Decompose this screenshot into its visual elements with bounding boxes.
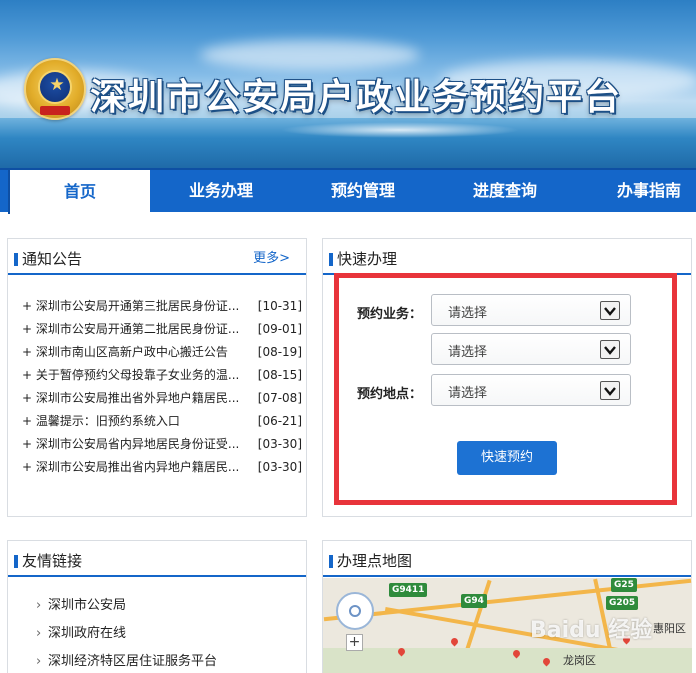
main-nav: 首页 业务办理 预约管理 进度查询 办事指南: [0, 168, 696, 214]
map-place-label: 惠阳区: [653, 622, 686, 635]
location-select[interactable]: 请选择: [431, 374, 631, 406]
map-zoom-in-button[interactable]: +: [346, 634, 363, 651]
notice-title: + 深圳市公安局开通第二批居民身份证...: [22, 322, 240, 336]
notice-title: + 温馨提示：旧预约系统入口: [22, 414, 180, 428]
more-link[interactable]: 更多>: [253, 247, 290, 266]
header-accent-bar: [329, 253, 333, 266]
notice-item[interactable]: + 深圳市公安局省内异地居民身份证受... [03-30]: [22, 433, 302, 456]
notice-title: + 深圳市公安局省内异地居民身份证受...: [22, 437, 240, 451]
notice-date: [08-15]: [257, 368, 302, 382]
police-emblem-logo: ★: [24, 58, 86, 120]
header-accent-bar: [14, 555, 18, 568]
emblem-ribbon: [40, 106, 70, 115]
header-accent-bar: [14, 253, 18, 266]
notice-title: + 深圳市公安局推出省内异地户籍居民...: [22, 460, 240, 474]
nav-progress[interactable]: 进度查询: [434, 170, 576, 212]
map-panel-title: 办理点地图: [337, 552, 413, 570]
baidu-watermark: Baidu 经验: [530, 618, 653, 643]
header-banner: ★ 深圳市公安局户政业务预约平台: [0, 0, 696, 168]
links-list: › 深圳市公安局 › 深圳政府在线 › 深圳经济特区居住证服务平台: [36, 596, 217, 673]
map-place-label: 龙岗区: [563, 654, 596, 667]
emblem-star-icon: ★: [49, 75, 65, 95]
link-item[interactable]: › 深圳经济特区居住证服务平台: [36, 652, 217, 673]
location-select-value: 请选择: [448, 386, 488, 401]
notice-item[interactable]: + 深圳市南山区高新户政中心搬迁公告 [08-19]: [22, 341, 302, 364]
map-pan-control[interactable]: [336, 592, 374, 630]
map-shield-label: G9411: [389, 583, 428, 597]
nav-guide[interactable]: 办事指南: [576, 170, 696, 212]
map-shield-label: G94: [461, 594, 487, 608]
notice-title: + 深圳市公安局推出省外异地户籍居民...: [22, 391, 240, 405]
business-subtype-value: 请选择: [448, 345, 488, 360]
notice-date: [06-21]: [257, 414, 302, 428]
chevron-down-icon: [600, 301, 620, 320]
notice-title: + 关于暂停预约父母投靠子女业务的温...: [22, 368, 240, 382]
banner-cloud: [200, 40, 420, 70]
banner-shine: [280, 122, 520, 138]
quick-panel-header: 快速办理: [323, 239, 691, 275]
map-green-area: [323, 648, 692, 673]
notice-item[interactable]: + 深圳市公安局推出省外异地户籍居民... [07-08]: [22, 387, 302, 410]
notice-date: [03-30]: [257, 437, 302, 451]
nav-business[interactable]: 业务办理: [150, 170, 292, 212]
chevron-right-icon: ›: [36, 626, 42, 641]
notice-list: + 深圳市公安局开通第三批居民身份证... [10-31] + 深圳市公安局开通第…: [22, 295, 302, 479]
pan-center-icon: [349, 605, 361, 617]
business-subtype-select[interactable]: 请选择: [431, 333, 631, 365]
location-label: 预约地点：: [357, 387, 423, 402]
chevron-right-icon: ›: [36, 598, 42, 613]
header-accent-bar: [329, 555, 333, 568]
map-shield-label: G205: [606, 596, 639, 610]
nav-appointments[interactable]: 预约管理: [292, 170, 434, 212]
quick-panel-title: 快速办理: [337, 250, 398, 268]
notice-panel-title: 通知公告: [22, 250, 83, 268]
map-panel-header: 办理点地图: [323, 541, 691, 577]
quick-book-button[interactable]: 快速预约: [457, 441, 557, 475]
notice-item[interactable]: + 深圳市公安局开通第三批居民身份证... [10-31]: [22, 295, 302, 318]
map-marker-icon[interactable]: [449, 636, 460, 647]
notice-title: + 深圳市公安局开通第三批居民身份证...: [22, 299, 240, 313]
business-select[interactable]: 请选择: [431, 294, 631, 326]
notice-panel-header: 通知公告 更多>: [8, 239, 306, 275]
map-shield-label: G25: [611, 578, 637, 592]
notice-date: [08-19]: [257, 345, 302, 359]
notice-item[interactable]: + 关于暂停预约父母投靠子女业务的温... [08-15]: [22, 364, 302, 387]
notice-date: [07-08]: [257, 391, 302, 405]
emblem-center: ★: [38, 70, 72, 104]
notice-title: + 深圳市南山区高新户政中心搬迁公告: [22, 345, 228, 359]
notice-panel: 通知公告 更多> + 深圳市公安局开通第三批居民身份证... [10-31] + …: [7, 238, 307, 517]
links-panel-title: 友情链接: [22, 552, 83, 570]
link-item[interactable]: › 深圳市公安局: [36, 596, 217, 624]
business-label: 预约业务：: [357, 307, 423, 322]
notice-item[interactable]: + 深圳市公安局推出省内异地户籍居民... [03-30]: [22, 456, 302, 479]
notice-date: [03-30]: [257, 460, 302, 474]
link-item[interactable]: › 深圳政府在线: [36, 624, 217, 652]
notice-item[interactable]: + 温馨提示：旧预约系统入口 [06-21]: [22, 410, 302, 433]
business-select-value: 请选择: [448, 306, 488, 321]
site-title: 深圳市公安局户政业务预约平台: [90, 77, 623, 118]
chevron-down-icon: [600, 381, 620, 400]
notice-item[interactable]: + 深圳市公安局开通第二批居民身份证... [09-01]: [22, 318, 302, 341]
notice-date: [09-01]: [257, 322, 302, 336]
nav-home[interactable]: 首页: [8, 170, 150, 214]
chevron-right-icon: ›: [36, 654, 42, 669]
links-panel-header: 友情链接: [8, 541, 306, 577]
chevron-down-icon: [600, 340, 620, 359]
notice-date: [10-31]: [257, 299, 302, 313]
